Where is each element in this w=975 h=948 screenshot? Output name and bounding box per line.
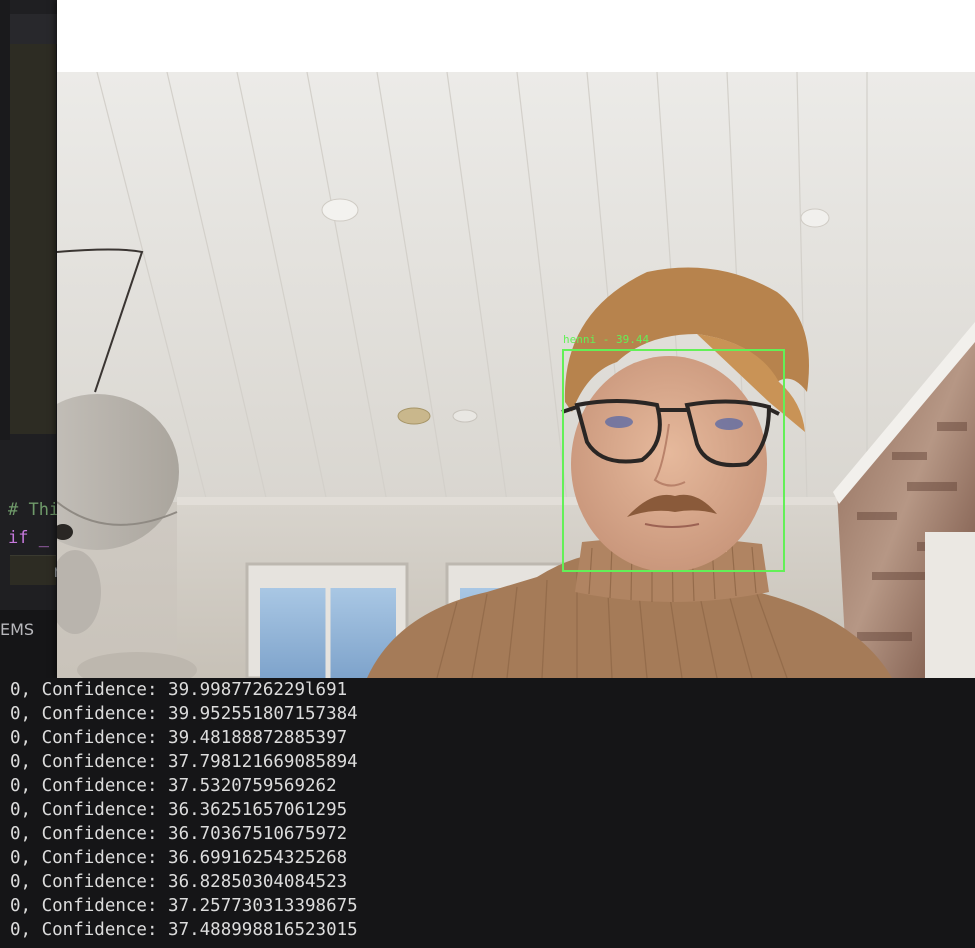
editor-highlight-block — [10, 44, 56, 434]
problems-panel-tab[interactable]: EMS — [0, 620, 34, 639]
log-line: 0, Confidence: 37.257730313398675 — [10, 896, 358, 916]
log-line: 0, Confidence: 39.952551807157384 — [10, 704, 358, 724]
editor-gutter — [0, 0, 10, 440]
terminal-output[interactable]: 0, Confidence: 39.9987726229l691 0, Conf… — [0, 678, 975, 948]
log-line: 0, Confidence: 37.798121669085894 — [10, 752, 358, 772]
log-line: 0, Confidence: 39.9987726229l691 — [10, 680, 348, 700]
log-line: 0, Confidence: 39.48188872885397 — [10, 728, 348, 748]
log-line: 0, Confidence: 36.36251657061295 — [10, 800, 348, 820]
editor-highlight-line — [10, 555, 56, 585]
camera-feed: henni - 39.44 — [57, 72, 975, 678]
log-line: 0, Confidence: 36.82850304084523 — [10, 872, 348, 892]
log-line: 0, Confidence: 36.69916254325268 — [10, 848, 348, 868]
log-line: 0, Confidence: 36.70367510675972 — [10, 824, 348, 844]
face-detection-label: henni - 39.44 — [563, 333, 650, 346]
log-line: 0, Confidence: 37.488998816523015 — [10, 920, 358, 940]
camera-window-titlebar[interactable] — [57, 0, 975, 72]
code-if-line[interactable]: if _ — [8, 528, 49, 548]
camera-window[interactable]: henni - 39.44 — [57, 0, 975, 678]
code-editor: # Thi if _ r — [0, 0, 62, 610]
code-comment-line[interactable]: # Thi — [8, 500, 59, 520]
editor-current-line — [10, 14, 60, 44]
camera-scene-image — [57, 72, 975, 678]
log-line: 0, Confidence: 37.5320759569262 — [10, 776, 337, 796]
